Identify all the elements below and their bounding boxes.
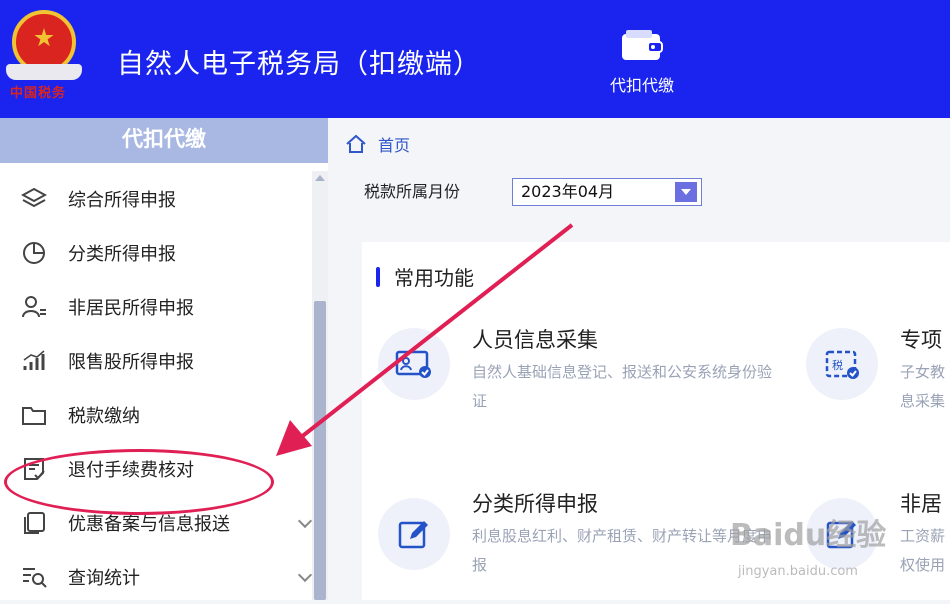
layers-icon [20,185,48,213]
brand-text: 中国税务 [10,86,67,101]
tax-emblem-logo: 中国税务 [6,8,82,104]
app-title: 自然人电子税务局（扣缴端） [117,49,481,80]
chevron-down-icon[interactable] [297,567,313,583]
edit-icon [378,498,450,570]
scrollbar-thumb[interactable] [314,301,326,600]
sidebar-item-restricted-shares[interactable]: 限售股所得申报 [0,334,310,388]
wallet-icon [622,30,663,60]
annotation-highlight-ellipse [4,449,274,515]
sidebar-item-label: 限售股所得申报 [68,352,194,373]
list-search-icon [20,563,48,591]
sidebar-item-comprehensive-income[interactable]: 综合所得申报 [0,172,310,226]
sidebar-item-label: 非居民所得申报 [68,298,194,319]
sidebar-title: 代扣代缴 [0,118,328,163]
card-title: 非居 [900,492,942,516]
copy-icon [20,509,48,537]
person-list-icon [20,293,48,321]
breadcrumb[interactable]: 首页 [344,132,410,156]
period-value: 2023年04月 [521,182,615,201]
top-nav-label: 代扣代缴 [609,76,674,95]
sidebar-item-tax-payment[interactable]: 税款缴纳 [0,388,310,442]
sidebar-item-label: 税款缴纳 [68,406,140,427]
period-select[interactable]: 2023年04月 [512,178,702,206]
card-description: 子女教息采集 [900,363,946,410]
sidebar-item-label: 综合所得申报 [68,190,176,211]
period-label: 税款所属月份 [364,182,461,201]
card-title: 分类所得申报 [472,492,598,516]
sidebar-item-label: 分类所得申报 [68,244,176,265]
sidebar-item-label: 查询统计 [68,568,140,589]
scroll-up-arrow-icon[interactable] [315,175,325,181]
dropdown-arrow-icon[interactable] [675,182,697,202]
home-icon [346,134,366,153]
tax-document-icon: 税 [806,328,878,400]
chevron-down-icon[interactable] [297,513,313,529]
watermark-url: jingyan.baidu.com [738,564,858,579]
card-classified-income[interactable]: 分类所得申报 利息股息红利、财产租赁、财产转让等月度申报 [378,492,778,598]
section-title-text: 常用功能 [394,266,474,290]
card-description: 工资薪权使用 [900,527,946,574]
pie-chart-icon [20,239,48,267]
sidebar-item-nonresident-income[interactable]: 非居民所得申报 [0,280,310,334]
section-title: 常用功能 [376,262,474,291]
app-header: 中国税务 自然人电子税务局（扣缴端） 代扣代缴 [0,0,950,118]
card-description: 自然人基础信息登记、报送和公安系统身份验证 [472,363,773,410]
bar-chart-icon [20,347,48,375]
sidebar-scrollbar[interactable] [312,171,328,600]
svg-text:税: 税 [832,358,843,372]
folder-icon [20,401,48,429]
sidebar: 代扣代缴 综合所得申报 分类所得申报 非居民所得申报 限售股所得申报 税款缴纳 … [0,118,328,600]
watermark-logo: Baidu经验 [730,518,887,553]
card-title: 专项 [900,328,942,352]
sidebar-menu: 综合所得申报 分类所得申报 非居民所得申报 限售股所得申报 税款缴纳 退付手续费… [0,172,313,604]
id-card-icon [378,328,450,400]
card-special-deduction[interactable]: 税 专项 子女教息采集 [806,328,950,428]
card-personnel-info[interactable]: 人员信息采集 自然人基础信息登记、报送和公安系统身份验证 [378,328,778,428]
card-title: 人员信息采集 [472,328,598,352]
sidebar-item-classified-income[interactable]: 分类所得申报 [0,226,310,280]
sidebar-item-query-statistics[interactable]: 查询统计 [0,550,313,604]
top-nav-withholding[interactable]: 代扣代缴 [590,28,694,96]
section-accent-bar [376,266,380,287]
breadcrumb-home[interactable]: 首页 [378,132,410,156]
